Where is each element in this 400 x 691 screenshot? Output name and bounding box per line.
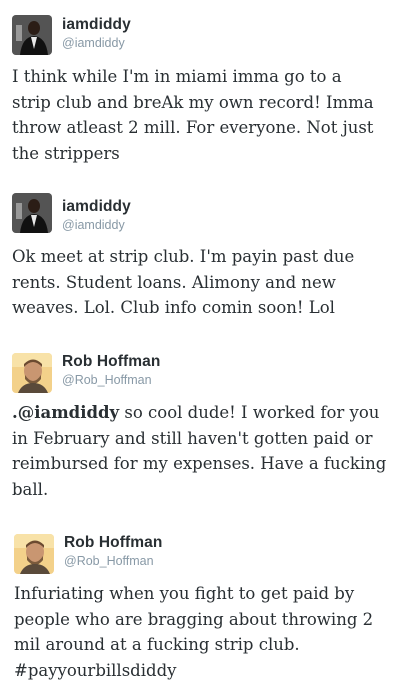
tweet-4: Rob Hoffman @Rob_Hoffman Infuriating whe…: [0, 520, 400, 691]
tweet-text-line: Infuriating when you fight to get paid b…: [14, 584, 355, 603]
tweet-text-line: people who are bragging about throwing 2: [14, 609, 374, 629]
tweet-2: iamdiddy @iamdiddy Ok meet at strip club…: [0, 176, 400, 340]
tweet-text-line: .@iamdiddy so cool dude! I worked for yo…: [12, 400, 392, 426]
tweet-text-line: in February and still haven't gotten pai…: [12, 428, 373, 448]
tweet-text-fragment: so cool dude! I worked for you: [119, 403, 380, 422]
mention-link[interactable]: .@iamdiddy: [12, 403, 119, 422]
tweet-text-line: weaves. Lol. Club info comin soon! Lol: [12, 298, 335, 317]
tweet-text-line: strip club and breAk my own record! Imma: [12, 92, 374, 112]
tweet-text: Infuriating when you fight to get paid b…: [14, 581, 394, 683]
tweet-author-name[interactable]: iamdiddy: [62, 198, 131, 216]
tweet-text-line: Ok meet at strip club. I'm payin past du…: [12, 247, 355, 266]
tweet-text: Ok meet at strip club. I'm payin past du…: [12, 244, 392, 321]
tweet-author-handle[interactable]: @Rob_Hoffman: [62, 373, 152, 387]
tweet-text-line: reimbursed for my expenses. Have a fucki…: [12, 454, 387, 473]
tweet-author-name[interactable]: iamdiddy: [62, 16, 131, 34]
tweet-author-name[interactable]: Rob Hoffman: [62, 353, 160, 371]
diddy-avatar-icon[interactable]: [12, 15, 52, 55]
tweet-text-line: I think while I'm in miami imma go to a: [12, 67, 342, 86]
tweet-text-line: rents. Student loans. Alimony and new: [12, 272, 336, 292]
diddy-avatar-icon[interactable]: [12, 193, 52, 233]
rob-hoffman-avatar-icon[interactable]: [12, 353, 52, 393]
tweet-1: iamdiddy @iamdiddy I think while I'm in …: [0, 0, 400, 176]
tweet-text-line: the strippers: [12, 143, 120, 163]
tweet-text-line: mil around at a fucking strip club.: [14, 635, 300, 654]
tweet-text-line: ball.: [12, 479, 49, 499]
tweet-author-handle[interactable]: @Rob_Hoffman: [64, 554, 154, 568]
tweet-author-handle[interactable]: @iamdiddy: [62, 218, 125, 232]
tweet-text: I think while I'm in miami imma go to a …: [12, 64, 392, 166]
tweet-author-name[interactable]: Rob Hoffman: [64, 534, 162, 552]
tweet-text-line: throw atleast 2 mill. For everyone. Not …: [12, 118, 374, 137]
tweet-3: Rob Hoffman @Rob_Hoffman .@iamdiddy so c…: [0, 340, 400, 520]
rob-hoffman-avatar-icon[interactable]: [14, 534, 54, 574]
tweet-text: .@iamdiddy so cool dude! I worked for yo…: [12, 400, 392, 502]
tweet-text-line: #payyourbillsdiddy: [14, 660, 177, 680]
tweet-author-handle[interactable]: @iamdiddy: [62, 36, 125, 50]
